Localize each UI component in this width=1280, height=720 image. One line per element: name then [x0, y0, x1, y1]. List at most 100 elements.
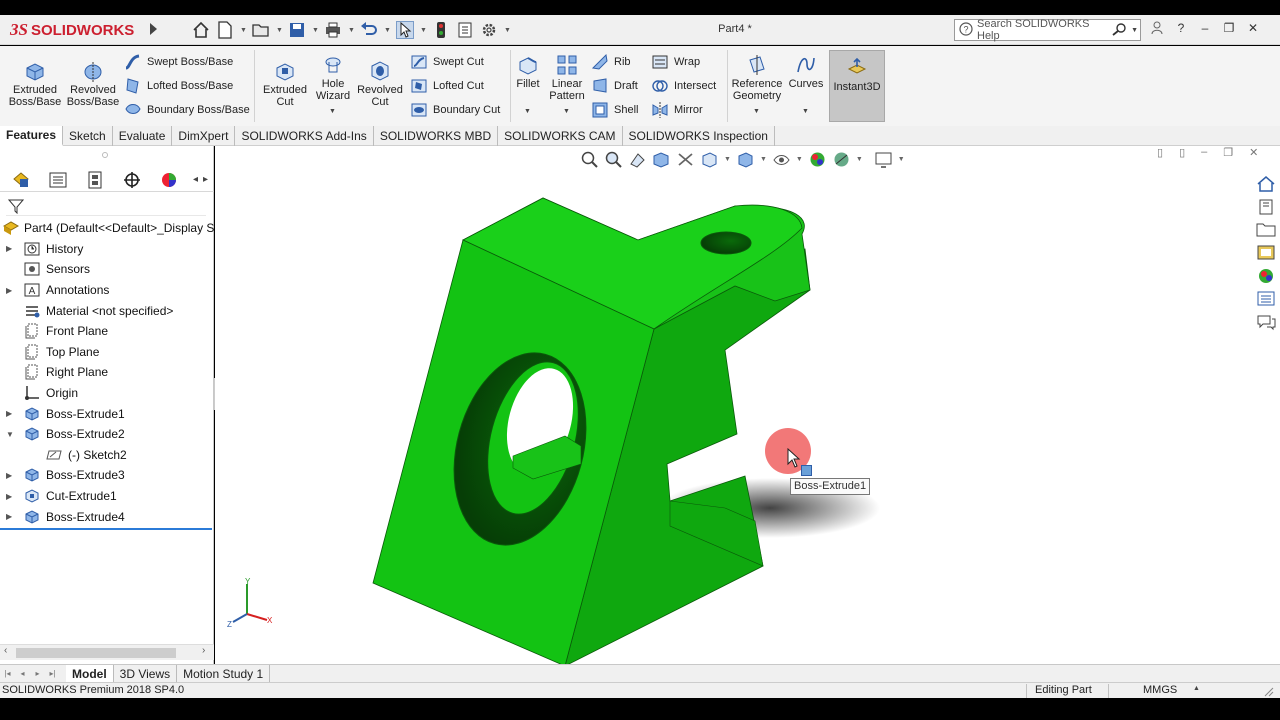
help-search-box[interactable]: ? Search SOLIDWORKS Help ▼ [954, 18, 1141, 42]
select-arrow-icon[interactable] [396, 21, 414, 39]
tab-inspection[interactable]: SOLIDWORKS Inspection [623, 126, 775, 146]
boundary-cut-button[interactable]: Boundary Cut [410, 100, 500, 120]
tab-mbd[interactable]: SOLIDWORKS MBD [374, 126, 499, 146]
instant3d-button[interactable]: Instant3D [829, 50, 885, 122]
user-icon[interactable] [1150, 19, 1164, 37]
tree-item-top-plane[interactable]: Top Plane [0, 342, 214, 363]
save-icon[interactable] [288, 21, 306, 39]
draft-button[interactable]: Draft [591, 76, 638, 96]
options-gear-icon[interactable] [480, 21, 498, 39]
configuration-manager-tab-icon[interactable] [82, 169, 108, 191]
new-document-icon[interactable] [216, 21, 234, 39]
property-manager-tab-icon[interactable] [45, 169, 71, 191]
panel-tab-left-icon[interactable]: ◂ [193, 174, 198, 185]
panel-tab-right-icon[interactable]: ▸ [203, 174, 208, 185]
custom-properties-icon[interactable] [1255, 289, 1277, 308]
solidworks-resources-icon[interactable] [1255, 174, 1277, 193]
tree-item-right-plane[interactable]: Right Plane [0, 362, 214, 383]
filter-icon[interactable] [8, 198, 24, 214]
tree-horizontal-scrollbar[interactable]: ‹ › [0, 644, 214, 660]
tab-addins[interactable]: SOLIDWORKS Add-Ins [235, 126, 374, 146]
appearances-scenes-icon[interactable] [1255, 266, 1277, 285]
intersect-button[interactable]: Intersect [651, 76, 716, 96]
tree-item-material[interactable]: Material <not specified> [0, 300, 214, 321]
search-dropdown-icon[interactable]: ▼ [1131, 27, 1140, 34]
close-icon[interactable]: ✕ [1246, 19, 1260, 37]
swept-cut-button[interactable]: Swept Cut [410, 52, 484, 72]
design-library-icon[interactable] [1255, 197, 1277, 216]
search-icon[interactable] [1111, 22, 1127, 39]
tree-item-sketch2[interactable]: (-) Sketch2 [0, 445, 214, 466]
wrap-button[interactable]: Wrap [651, 52, 700, 72]
shell-button[interactable]: Shell [591, 100, 638, 120]
tree-item-cut-extrude1[interactable]: ▶ Cut-Extrude1 [0, 486, 214, 507]
expand-arrow-icon[interactable]: ▶ [6, 471, 16, 480]
revolved-cut-button[interactable]: Revolved Cut [356, 60, 404, 108]
fillet-dropdown-icon[interactable]: ▼ [524, 108, 531, 115]
file-explorer-icon[interactable] [1255, 220, 1277, 239]
new-dropdown-icon[interactable]: ▼ [240, 21, 247, 39]
help-menu-icon[interactable]: ? [1174, 19, 1188, 37]
fillet-button[interactable]: Fillet [514, 54, 542, 90]
tab-nav-last-icon[interactable]: ▸| [45, 669, 60, 678]
linear-pattern-button[interactable]: Linear Pattern [546, 54, 588, 102]
tab-evaluate[interactable]: Evaluate [113, 126, 173, 146]
collapse-arrow-icon[interactable]: ▼ [6, 430, 16, 439]
tree-item-sensors[interactable]: Sensors [0, 259, 214, 280]
hole-wizard-button[interactable]: Hole Wizard [312, 54, 354, 102]
expand-arrow-icon[interactable]: ▶ [6, 244, 16, 253]
expand-arrow-icon[interactable]: ▶ [6, 409, 16, 418]
scroll-thumb[interactable] [16, 648, 176, 658]
unit-system[interactable]: MMGS [1143, 684, 1177, 696]
swept-boss-button[interactable]: Swept Boss/Base [124, 52, 233, 72]
expand-arrow-icon[interactable]: ▶ [6, 286, 16, 295]
tree-root[interactable]: Part4 (Default<<Default>_Display Sta [0, 218, 214, 239]
open-dropdown-icon[interactable]: ▼ [276, 21, 283, 39]
tab-features[interactable]: Features [0, 126, 64, 146]
extruded-boss-button[interactable]: Extruded Boss/Base [8, 60, 62, 108]
curves-dropdown-icon[interactable]: ▼ [802, 108, 809, 115]
restore-icon[interactable]: ❐ [1222, 19, 1236, 37]
expand-arrow-icon[interactable]: ▶ [6, 492, 16, 501]
tree-item-annotations[interactable]: ▶ A Annotations [0, 280, 214, 301]
save-dropdown-icon[interactable]: ▼ [312, 21, 319, 39]
options-dropdown-icon[interactable]: ▼ [504, 21, 511, 39]
tab-cam[interactable]: SOLIDWORKS CAM [498, 126, 623, 146]
forum-icon[interactable] [1255, 312, 1277, 331]
scroll-right-icon[interactable]: › [202, 645, 205, 656]
pattern-dropdown-icon[interactable]: ▼ [563, 108, 570, 115]
minimize-icon[interactable]: – [1198, 19, 1212, 37]
tree-item-boss-extrude1[interactable]: ▶ Boss-Extrude1 [0, 403, 214, 424]
revolved-boss-button[interactable]: Revolved Boss/Base [66, 60, 120, 108]
print-dropdown-icon[interactable]: ▼ [348, 21, 355, 39]
tab-nav-prev-icon[interactable]: ◂ [15, 669, 30, 678]
lofted-boss-button[interactable]: Lofted Boss/Base [124, 76, 233, 96]
view-palette-icon[interactable] [1255, 243, 1277, 262]
lofted-cut-button[interactable]: Lofted Cut [410, 76, 484, 96]
undo-dropdown-icon[interactable]: ▼ [384, 21, 391, 39]
resize-grip-icon[interactable] [1262, 685, 1274, 697]
tree-item-boss-extrude2[interactable]: ▼ Boss-Extrude2 [0, 424, 214, 445]
tree-item-history[interactable]: ▶ History [0, 239, 214, 260]
tab-3d-views[interactable]: 3D Views [114, 665, 178, 682]
traffic-light-icon[interactable] [432, 21, 450, 39]
file-properties-icon[interactable] [456, 21, 474, 39]
mirror-button[interactable]: Mirror [651, 100, 703, 120]
tab-dimxpert[interactable]: DimXpert [172, 126, 236, 146]
3d-model[interactable] [215, 146, 1280, 664]
reference-geometry-button[interactable]: Reference Geometry [731, 54, 783, 102]
tree-item-origin[interactable]: Origin [0, 383, 214, 404]
tree-filter[interactable] [6, 196, 206, 216]
graphics-area[interactable]: ▼ ▼ ▼ ▼ ▼ ▯ ▯ – ❐ ✕ Y X Z [215, 146, 1280, 664]
scroll-left-icon[interactable]: ‹ [4, 645, 7, 656]
tab-nav-next-icon[interactable]: ▸ [30, 669, 45, 678]
tab-nav-first-icon[interactable]: |◂ [0, 669, 15, 678]
extruded-cut-button[interactable]: Extruded Cut [260, 60, 310, 108]
print-icon[interactable] [324, 21, 342, 39]
select-dropdown-icon[interactable]: ▼ [420, 21, 427, 39]
tab-sketch[interactable]: Sketch [63, 126, 113, 146]
home-icon[interactable] [192, 21, 210, 39]
dimxpert-manager-tab-icon[interactable] [119, 169, 145, 191]
tree-item-boss-extrude4[interactable]: ▶ Boss-Extrude4 [0, 506, 214, 527]
tree-item-boss-extrude3[interactable]: ▶ Boss-Extrude3 [0, 465, 214, 486]
